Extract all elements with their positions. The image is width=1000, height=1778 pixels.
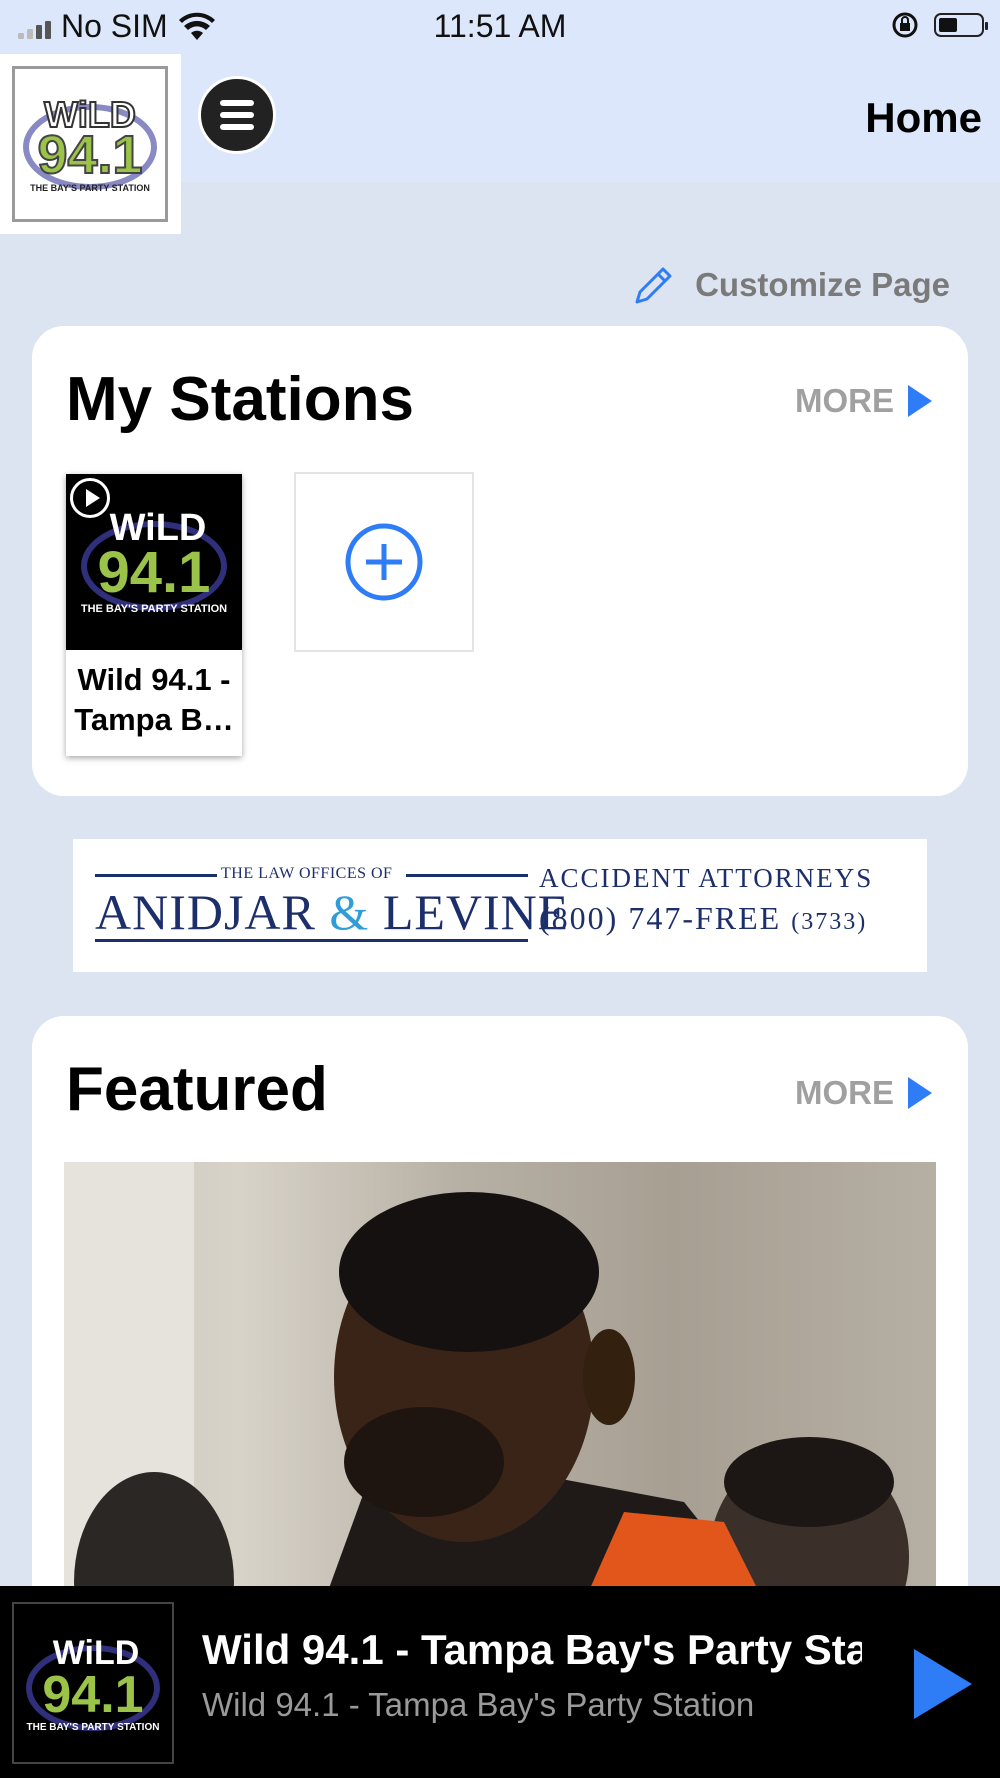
now-playing-title: Wild 94.1 - Tampa Bay's Party Statio: [202, 1626, 862, 1673]
svg-text:THE BAY'S PARTY STATION: THE BAY'S PARTY STATION: [81, 603, 227, 615]
my-stations-card: My Stations MORE WiLD 94.1 THE BAY'S PAR…: [32, 326, 968, 796]
featured-more-link[interactable]: MORE: [795, 1074, 932, 1112]
ad-line2: (800) 747-FREE (3733): [539, 900, 868, 936]
page-title: Home: [865, 94, 982, 141]
station-artwork: WiLD 94.1 THE BAY'S PARTY STATION: [66, 474, 242, 650]
ad-line1: ACCIDENT ATTORNEYS: [539, 863, 874, 893]
status-time: 11:51 AM: [433, 8, 567, 44]
rotation-lock-icon: [892, 12, 918, 38]
arrow-right-icon: [908, 385, 932, 417]
svg-text:94.1: 94.1: [98, 540, 211, 605]
my-stations-title: My Stations: [66, 365, 414, 434]
customize-label: Customize Page: [695, 266, 950, 303]
featured-photo: [64, 1162, 909, 1602]
battery-icon: [934, 13, 988, 37]
ad-banner[interactable]: THE LAW OFFICES OF ANIDJAR & LEVINE ACCI…: [73, 839, 927, 972]
play-button[interactable]: [914, 1649, 972, 1719]
plus-circle-icon: [345, 523, 423, 601]
status-right: [890, 10, 988, 40]
wild-logo-icon: WiLD 94.1 THE BAY'S PARTY STATION: [26, 1634, 160, 1733]
app-header: WiLD 94.1 THE BAY'S PARTY STATION Home: [0, 54, 1000, 234]
ad-small-line: THE LAW OFFICES OF: [221, 865, 393, 882]
svg-text:THE BAY'S PARTY STATION: THE BAY'S PARTY STATION: [30, 183, 150, 193]
featured-title: Featured: [66, 1055, 328, 1124]
status-bar: No SIM 11:51 AM: [0, 0, 1000, 54]
station-tile[interactable]: WiLD 94.1 THE BAY'S PARTY STATION Wild 9…: [66, 474, 242, 756]
svg-text:THE BAY'S PARTY STATION: THE BAY'S PARTY STATION: [27, 1722, 160, 1733]
my-stations-more-link[interactable]: MORE: [795, 382, 932, 420]
menu-button[interactable]: [198, 76, 276, 154]
pencil-icon: [635, 267, 672, 304]
play-icon[interactable]: [70, 478, 110, 518]
now-playing-bar[interactable]: WiLD 94.1 THE BAY'S PARTY STATION Wild 9…: [0, 1586, 1000, 1778]
station-name: Wild 94.1 - Tampa B…: [74, 662, 234, 737]
logo-frame: WiLD 94.1 THE BAY'S PARTY STATION: [12, 66, 168, 222]
svg-text:94.1: 94.1: [42, 1666, 143, 1724]
station-logo[interactable]: WiLD 94.1 THE BAY'S PARTY STATION: [0, 54, 181, 234]
customize-page-link[interactable]: Customize Page: [631, 262, 950, 308]
now-playing-subtitle: Wild 94.1 - Tampa Bay's Party Station: [202, 1686, 755, 1723]
featured-card: Featured MORE: [32, 1016, 968, 1616]
now-playing-artwork: WiLD 94.1 THE BAY'S PARTY STATION: [12, 1602, 174, 1764]
hamburger-icon: [220, 100, 254, 106]
add-station-button[interactable]: [294, 472, 474, 652]
wild-logo-icon: WiLD 94.1 THE BAY'S PARTY STATION: [23, 93, 157, 193]
ad-contact: ACCIDENT ATTORNEYS (800) 747-FREE (3733): [539, 863, 873, 937]
more-label: MORE: [795, 1074, 894, 1111]
more-label: MORE: [795, 382, 894, 419]
ad-firm-name: ANIDJAR & LEVINE: [95, 884, 570, 940]
svg-text:94.1: 94.1: [37, 125, 142, 185]
arrow-right-icon: [908, 1077, 932, 1109]
featured-article-image[interactable]: [64, 1162, 936, 1602]
